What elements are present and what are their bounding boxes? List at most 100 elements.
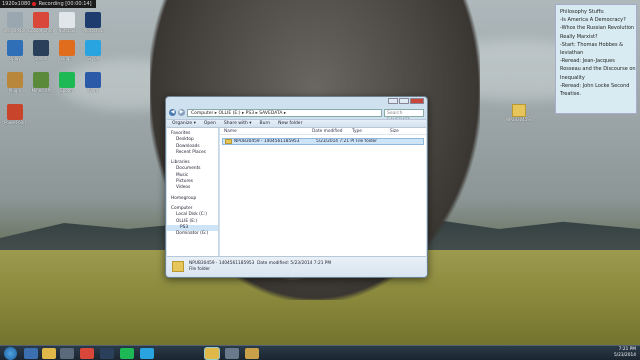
media-player-icon[interactable]	[60, 348, 74, 359]
shortcut-label: Origin	[60, 56, 74, 61]
details-date: Date modified: 5/23/2014 7:21 PM	[257, 260, 332, 266]
forward-button[interactable]: ▶	[178, 109, 185, 116]
desktop-shortcut[interactable]: Uplay	[2, 40, 28, 61]
note-line: -Reread: Jean-Jacques	[560, 58, 615, 65]
spotify-icon[interactable]	[120, 348, 134, 359]
shortcut-label: Steam	[34, 56, 48, 61]
back-button[interactable]: ◀	[169, 109, 176, 116]
desktop-shortcut[interactable]: Plugin	[2, 72, 28, 93]
folder-icon	[172, 261, 184, 272]
word-icon	[85, 72, 101, 88]
nav-dominator-drive[interactable]: Dominator (G:)	[167, 231, 218, 237]
recording-status: Recording [00:00:14]	[38, 1, 92, 7]
note-line: leviathan	[560, 50, 584, 57]
col-size[interactable]: Size	[386, 128, 406, 134]
minecraft-icon	[33, 72, 49, 88]
notepad-icon	[59, 12, 75, 28]
address-bar[interactable]: Computer ▸ OLLIE (E:) ▸ PS3 ▸ SAVEDATA ▸	[187, 108, 382, 117]
nav-videos[interactable]: Videos	[167, 185, 218, 191]
file-date: 5/23/2014 7:21 PM	[316, 139, 354, 144]
details-type: File folder	[189, 266, 211, 272]
new-folder-button[interactable]: New folder	[278, 121, 302, 126]
photoshop-icon	[85, 12, 101, 28]
desktop-shortcut[interactable]: Steam	[28, 40, 54, 61]
explorer-icon[interactable]	[42, 348, 56, 359]
desktop-shortcut[interactable]: Notepad	[54, 12, 80, 33]
steam-icon	[33, 40, 49, 56]
desktop-shortcut[interactable]: Google Chrome	[28, 12, 54, 33]
shortcut-label: Minecraft	[31, 88, 51, 93]
skype-icon[interactable]	[140, 348, 154, 359]
shortcut-label: Notepad	[58, 28, 76, 33]
desktop-shortcut[interactable]: Skype	[80, 40, 106, 61]
chrome-icon[interactable]	[80, 348, 94, 359]
clock-date: 5/23/2014	[613, 353, 636, 358]
folder-icon	[225, 139, 232, 144]
resolution-text: 1920x1080	[2, 1, 31, 7]
breadcrumb: Computer ▸ OLLIE (E:) ▸ PS3 ▸ SAVEDATA ▸	[191, 110, 287, 116]
desktop-shortcut[interactable]: Origin	[54, 40, 80, 61]
sticky-note[interactable]: Philosophy Stuffs: -Is America A Democra…	[555, 4, 637, 114]
recording-bar: 1920x1080 Recording [00:00:14]	[0, 0, 96, 8]
taskbar: 7:21 PM 5/23/2014	[0, 345, 640, 360]
shortcut-label: Skype	[86, 56, 100, 61]
minimize-button[interactable]	[388, 98, 398, 104]
desktop-shortcut[interactable]: Photoshop	[80, 12, 106, 33]
file-row[interactable]: NPUB30459 - 1404561185953 5/23/2014 7:21…	[222, 138, 424, 145]
shortcut-label: Photoshop	[82, 28, 104, 33]
file-name: NPUB30459 - 1404561185953	[234, 139, 300, 144]
nav-homegroup[interactable]: Homegroup	[167, 196, 218, 202]
note-line: Philosophy Stuffs:	[560, 9, 605, 15]
nav-recent-places[interactable]: Recent Places	[167, 150, 218, 156]
origin-icon	[59, 40, 75, 56]
taskbar-app-icon[interactable]	[225, 348, 239, 359]
details-pane: NPUB30459 - 1404561185953 Date modified:…	[167, 256, 426, 276]
start-button[interactable]	[4, 347, 17, 360]
shortcut-label: Google Chrome	[28, 28, 54, 33]
desktop-shortcut[interactable]: Spotify	[54, 72, 80, 93]
col-name[interactable]: Name	[220, 128, 308, 134]
steam-icon[interactable]	[100, 348, 114, 359]
maximize-button[interactable]	[399, 98, 409, 104]
col-date[interactable]: Date modified	[308, 128, 348, 134]
note-line: Rosseau and the Discourse on	[560, 66, 636, 73]
desktop-shortcut[interactable]: Minecraft	[28, 72, 54, 93]
note-line: -Start: Thomas Hobbes &	[560, 41, 624, 48]
note-line: -Whos the Russian Revolution	[560, 25, 635, 32]
desktop-shortcut[interactable]: Recycle Bin	[2, 12, 28, 33]
uplay-icon	[7, 40, 23, 56]
clock[interactable]: 7:21 PM 5/23/2014	[614, 347, 636, 359]
col-type[interactable]: Type	[348, 128, 386, 134]
share-with-button[interactable]: Share with ▾	[224, 121, 252, 126]
note-line: -Is America A Democracy?	[560, 17, 626, 24]
desktop-folder-label: NPUB30459...	[506, 117, 534, 122]
details-name: NPUB30459 - 1404561185953	[189, 260, 255, 266]
plugin-icon	[7, 72, 23, 88]
shortcut-label: Word	[87, 88, 99, 93]
desktop-shortcut[interactable]: PowerPoint	[2, 104, 28, 125]
folder-icon	[512, 104, 526, 117]
ie-icon[interactable]	[24, 348, 38, 359]
column-headers: Name Date modified Type Size	[220, 128, 426, 135]
organize-button[interactable]: Organize ▾	[172, 121, 196, 126]
desktop-shortcut[interactable]: Word	[80, 72, 106, 93]
close-button[interactable]	[410, 98, 424, 104]
recycle-bin-icon	[7, 12, 23, 28]
shortcut-label: Plugin	[8, 88, 22, 93]
file-list: Name Date modified Type Size NPUB30459 -…	[220, 128, 426, 257]
note-line: Treatise.	[560, 91, 582, 98]
search-input[interactable]: Search SAVEDATA	[384, 108, 424, 123]
title-bar[interactable]	[166, 97, 427, 107]
burn-button[interactable]: Burn	[260, 121, 271, 126]
explorer-window[interactable]: ◀ ▶ Computer ▸ OLLIE (E:) ▸ PS3 ▸ SAVEDA…	[165, 96, 428, 278]
taskbar-app-icon[interactable]	[245, 348, 259, 359]
desktop-folder[interactable]: NPUB30459...	[506, 104, 534, 122]
spotify-icon	[59, 72, 75, 88]
shortcut-label: Recycle Bin	[3, 28, 27, 33]
navigation-pane: Favorites Desktop Downloads Recent Place…	[167, 128, 219, 257]
explorer-window-task[interactable]	[205, 348, 219, 359]
shortcut-label: Spotify	[60, 88, 74, 93]
record-icon	[32, 1, 37, 6]
open-button[interactable]: Open	[204, 121, 216, 126]
note-line: Inequality	[560, 74, 585, 81]
